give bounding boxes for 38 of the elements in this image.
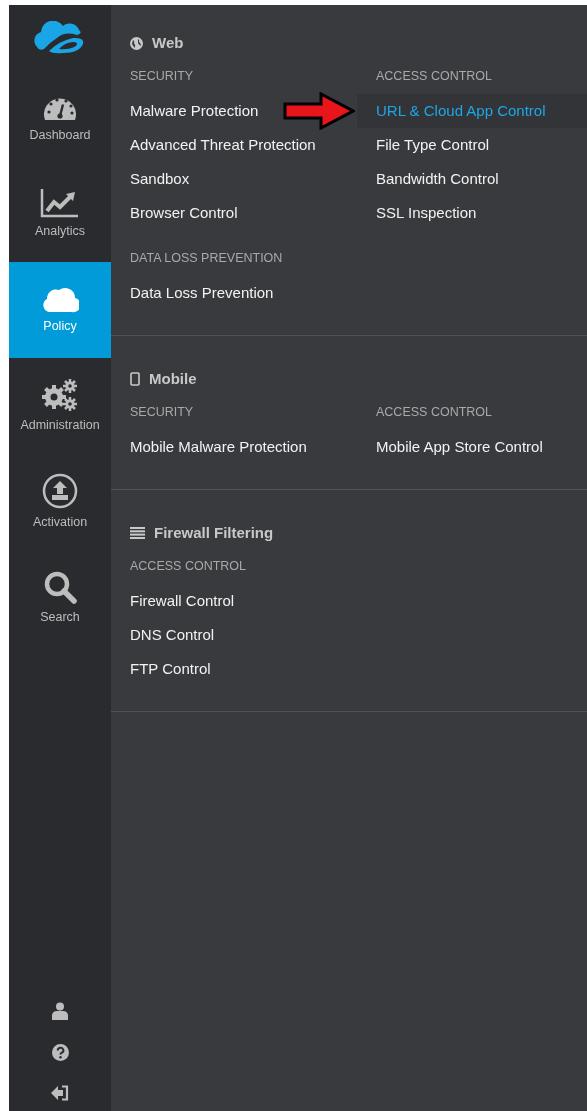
menu-item[interactable]: Firewall Control: [130, 584, 235, 618]
section-title: Web: [152, 32, 184, 53]
mobile-icon: [130, 372, 140, 386]
menu-item[interactable]: Malware Protection: [130, 94, 259, 128]
menu-item[interactable]: Sandbox: [130, 162, 190, 196]
nav-item[interactable]: Activation: [9, 454, 111, 550]
menu-item[interactable]: Browser Control: [130, 196, 238, 230]
menu-item[interactable]: Bandwidth Control: [376, 162, 499, 196]
section-title: Mobile: [149, 368, 197, 389]
list-icon: [130, 527, 145, 539]
nav-item[interactable]: Search: [9, 550, 111, 646]
help-icon[interactable]: [51, 1044, 69, 1061]
globe-icon: [130, 36, 143, 50]
menu-item[interactable]: Data Loss Prevention: [130, 276, 274, 310]
gears-icon: [41, 377, 79, 412]
chart-icon: [40, 187, 80, 218]
menu-item[interactable]: Advanced Threat Protection: [130, 128, 316, 162]
group-heading: ACCESS CONTROL: [130, 559, 246, 573]
nav-item[interactable]: Analytics: [9, 166, 111, 262]
section-title: Firewall Filtering: [154, 522, 274, 543]
search-icon: [43, 569, 77, 604]
menu-item[interactable]: File Type Control: [376, 128, 490, 162]
menu-item[interactable]: Mobile App Store Control: [376, 430, 543, 464]
menu-item[interactable]: Mobile Malware Protection: [130, 430, 307, 464]
sign-out-icon[interactable]: [51, 1085, 69, 1101]
group-heading: ACCESS CONTROL: [376, 405, 492, 419]
nav-item[interactable]: Dashboard: [9, 70, 111, 166]
upload-icon: [42, 472, 78, 509]
menu-item[interactable]: DNS Control: [130, 618, 215, 652]
group-heading: DATA LOSS PREVENTION: [130, 251, 283, 265]
group-heading: ACCESS CONTROL: [376, 69, 492, 83]
menu-item[interactable]: URL & Cloud App Control: [357, 94, 587, 128]
menu-item[interactable]: FTP Control: [130, 652, 211, 686]
menu-item[interactable]: SSL Inspection: [376, 196, 477, 230]
user-icon[interactable]: [52, 1002, 68, 1020]
group-heading: SECURITY: [130, 69, 194, 83]
nav-item[interactable]: Administration: [9, 358, 111, 454]
group-heading: SECURITY: [130, 405, 194, 419]
